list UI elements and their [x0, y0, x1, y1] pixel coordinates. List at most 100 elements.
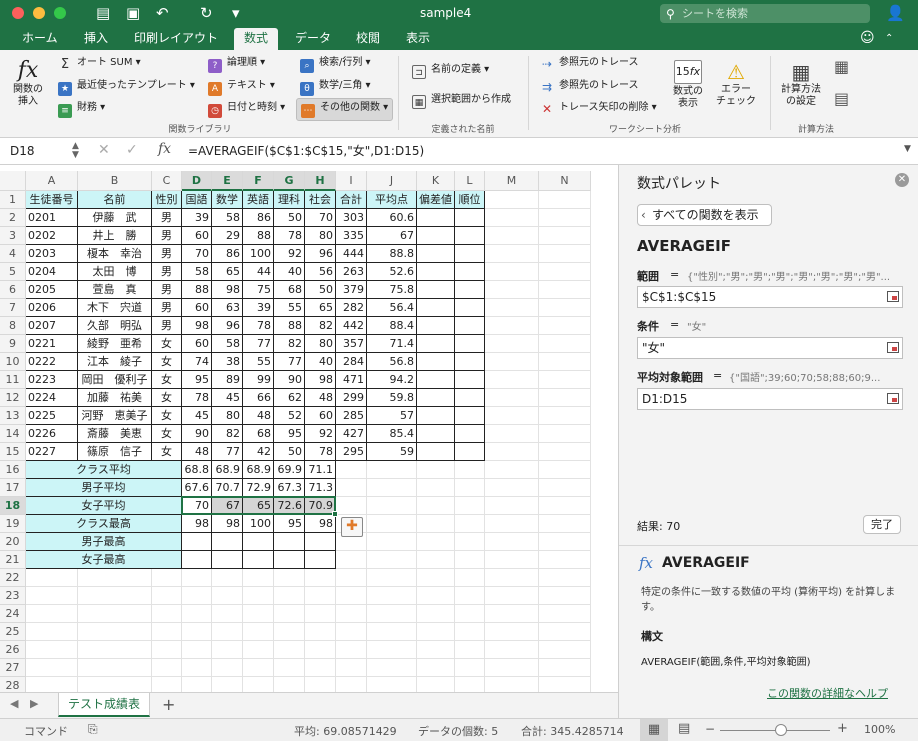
- summary-label[interactable]: クラス平均: [26, 461, 182, 479]
- lookup-button[interactable]: ⌕ 検索/行列 ▾: [300, 56, 371, 73]
- data-cell[interactable]: [455, 407, 485, 425]
- summary-cell[interactable]: [243, 533, 274, 551]
- cell[interactable]: [485, 569, 539, 587]
- data-cell[interactable]: 67: [367, 227, 417, 245]
- calculate-now-icon[interactable]: ▦: [834, 58, 849, 76]
- data-cell[interactable]: 0207: [26, 317, 78, 335]
- tab-view[interactable]: 表示: [396, 28, 440, 50]
- summary-label[interactable]: 男子平均: [26, 479, 182, 497]
- cell[interactable]: [455, 587, 485, 605]
- row-header-11[interactable]: 11: [0, 371, 26, 389]
- cell[interactable]: [336, 641, 367, 659]
- data-cell[interactable]: 442: [336, 317, 367, 335]
- summary-cell[interactable]: [212, 551, 243, 569]
- cell[interactable]: [152, 587, 182, 605]
- show-formulas-button[interactable]: 15fx 数式の 表示: [670, 60, 706, 110]
- data-cell[interactable]: 55: [274, 299, 305, 317]
- cell[interactable]: [417, 659, 455, 677]
- cell[interactable]: [539, 353, 591, 371]
- cell[interactable]: [539, 641, 591, 659]
- data-cell[interactable]: 0204: [26, 263, 78, 281]
- data-cell[interactable]: 80: [212, 407, 243, 425]
- cell[interactable]: [305, 659, 336, 677]
- cell[interactable]: [336, 623, 367, 641]
- cell[interactable]: [485, 227, 539, 245]
- cell[interactable]: [485, 641, 539, 659]
- summary-label[interactable]: クラス最高: [26, 515, 182, 533]
- cell[interactable]: [455, 623, 485, 641]
- data-cell[interactable]: 86: [212, 245, 243, 263]
- function-help-link[interactable]: この関数の詳細なヘルプ: [767, 685, 888, 701]
- data-cell[interactable]: 95: [274, 425, 305, 443]
- data-cell[interactable]: 71.4: [367, 335, 417, 353]
- save-icon[interactable]: ▣: [126, 4, 140, 22]
- cell[interactable]: [455, 479, 485, 497]
- cell[interactable]: [485, 425, 539, 443]
- data-cell[interactable]: [417, 299, 455, 317]
- data-cell[interactable]: 女: [152, 443, 182, 461]
- cell[interactable]: [455, 641, 485, 659]
- data-cell[interactable]: 男: [152, 263, 182, 281]
- worksheet-grid[interactable]: A B C D E F G H I J K L M N 1 2 3 4 5 6 7 8 9 10 11 12 13 14 15 16 17 1…: [0, 165, 618, 692]
- data-cell[interactable]: 70: [182, 245, 212, 263]
- customize-toolbar-icon[interactable]: ▾: [232, 4, 240, 22]
- header-cell[interactable]: 合計: [336, 191, 367, 209]
- data-cell[interactable]: 太田 博: [78, 263, 152, 281]
- zoom-out-button[interactable]: −: [705, 722, 715, 736]
- cell[interactable]: [274, 659, 305, 677]
- sheet-tab-test-scores[interactable]: テスト成績表: [58, 693, 150, 717]
- cell[interactable]: [539, 227, 591, 245]
- data-cell[interactable]: [417, 371, 455, 389]
- cell[interactable]: [539, 335, 591, 353]
- macro-record-icon[interactable]: ⎘: [88, 722, 98, 737]
- cell[interactable]: [26, 605, 78, 623]
- summary-cell[interactable]: 72.9: [243, 479, 274, 497]
- cell[interactable]: [182, 641, 212, 659]
- data-cell[interactable]: 女: [152, 407, 182, 425]
- header-cell[interactable]: 順位: [455, 191, 485, 209]
- row-header-9[interactable]: 9: [0, 335, 26, 353]
- data-cell[interactable]: 40: [305, 353, 336, 371]
- share-user-icon[interactable]: 👤: [886, 4, 905, 22]
- data-cell[interactable]: 427: [336, 425, 367, 443]
- cell[interactable]: [26, 569, 78, 587]
- data-cell[interactable]: 80: [305, 227, 336, 245]
- prev-sheet-icon[interactable]: ◀: [10, 697, 18, 710]
- cell[interactable]: [274, 623, 305, 641]
- summary-cell[interactable]: [182, 551, 212, 569]
- data-cell[interactable]: 80: [305, 335, 336, 353]
- data-cell[interactable]: 男: [152, 245, 182, 263]
- data-cell[interactable]: 0221: [26, 335, 78, 353]
- insert-function-button[interactable]: fx 関数の 挿入: [8, 58, 48, 108]
- data-cell[interactable]: 88.8: [367, 245, 417, 263]
- data-cell[interactable]: 0205: [26, 281, 78, 299]
- cell[interactable]: [305, 605, 336, 623]
- cell[interactable]: [485, 623, 539, 641]
- data-cell[interactable]: 58: [182, 263, 212, 281]
- cell[interactable]: [485, 461, 539, 479]
- zoom-slider-thumb[interactable]: [775, 724, 787, 736]
- cell[interactable]: [485, 515, 539, 533]
- data-cell[interactable]: 77: [212, 443, 243, 461]
- summary-cell[interactable]: 65: [243, 497, 274, 515]
- cell[interactable]: [212, 569, 243, 587]
- cell[interactable]: [539, 623, 591, 641]
- autosum-button[interactable]: Σ オート SUM ▾: [58, 56, 141, 72]
- next-sheet-icon[interactable]: ▶: [30, 697, 38, 710]
- cell[interactable]: [367, 569, 417, 587]
- cell[interactable]: [485, 371, 539, 389]
- data-cell[interactable]: 木下 宍道: [78, 299, 152, 317]
- cell[interactable]: [336, 569, 367, 587]
- data-cell[interactable]: [455, 227, 485, 245]
- summary-cell[interactable]: 67.6: [182, 479, 212, 497]
- data-cell[interactable]: 68: [274, 281, 305, 299]
- cell[interactable]: [305, 677, 336, 692]
- cell[interactable]: [152, 569, 182, 587]
- data-cell[interactable]: [455, 263, 485, 281]
- normal-view-icon[interactable]: ▦: [640, 719, 668, 741]
- header-cell[interactable]: 生徒番号: [26, 191, 78, 209]
- cell[interactable]: [305, 623, 336, 641]
- summary-cell[interactable]: 69.9: [274, 461, 305, 479]
- data-cell[interactable]: 0224: [26, 389, 78, 407]
- enter-icon[interactable]: ✓: [126, 142, 138, 158]
